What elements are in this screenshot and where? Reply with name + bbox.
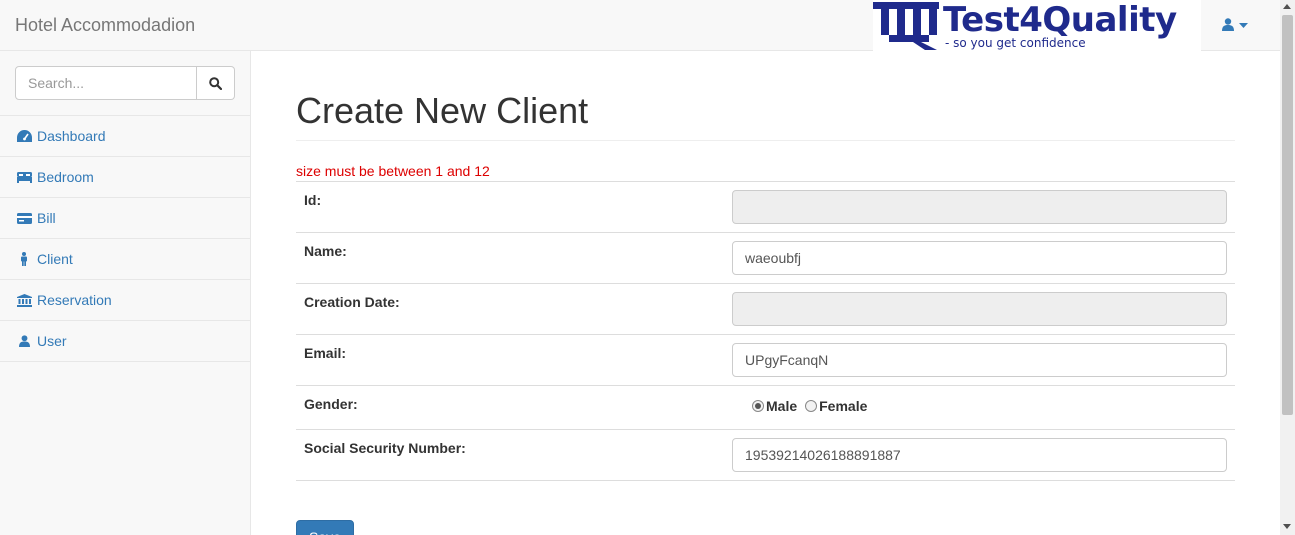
client-form: Id: Name: Creation Date: Email: Gender: … [296,181,1235,481]
scrollbar-thumb[interactable] [1282,15,1293,415]
creation-date-label: Creation Date: [304,294,400,310]
company-logo: Test4Quality - so you get confidence [873,0,1201,51]
ssn-label: Social Security Number: [304,440,466,456]
search-button[interactable] [197,66,235,100]
sidebar-menu: Dashboard Bedroom Bill Client Reservatio… [0,115,250,362]
creation-date-field[interactable] [732,292,1227,326]
sidebar-item-bedroom[interactable]: Bedroom [0,157,250,198]
top-navbar: Hotel Accommodadion Test4Quality - so yo… [0,0,1280,51]
bed-icon [16,169,32,185]
page-header: Create New Client [296,89,1235,141]
radio-checked-icon[interactable] [752,400,764,412]
id-label: Id: [304,192,322,208]
dashboard-icon [16,128,32,144]
form-row-name: Name: [296,233,1235,284]
gender-label: Gender: [304,396,358,412]
sidebar-item-user[interactable]: User [0,321,250,362]
user-icon [1222,18,1234,31]
user-icon [16,333,32,349]
save-button[interactable]: Save [296,520,354,535]
person-icon [16,251,32,267]
form-row-email: Email: [296,335,1235,386]
search-icon [209,76,222,90]
sidebar-item-label: User [37,333,67,349]
gender-radio-group: Male Female [752,398,875,414]
sidebar-item-label: Reservation [37,292,112,308]
sidebar-item-label: Bedroom [37,169,94,185]
sidebar-item-dashboard[interactable]: Dashboard [0,116,250,157]
user-menu-toggle[interactable] [1222,16,1252,36]
radio-unchecked-icon[interactable] [805,400,818,412]
sidebar-search [15,66,235,100]
search-input[interactable] [15,66,197,100]
sidebar-item-reservation[interactable]: Reservation [0,280,250,321]
gender-radio-male[interactable]: Male [752,398,797,414]
sidebar: Dashboard Bedroom Bill Client Reservatio… [0,51,251,535]
gender-option-label: Male [766,398,798,414]
validation-error: size must be between 1 and 12 [296,163,490,179]
scroll-up-icon[interactable] [1283,4,1291,9]
app-brand[interactable]: Hotel Accommodadion [15,15,195,35]
logo-mark-icon [873,2,939,50]
ssn-field[interactable] [732,438,1227,472]
id-field[interactable] [732,190,1227,224]
credit-card-icon [16,210,32,226]
caret-down-icon [1239,23,1248,28]
bank-icon [16,292,32,308]
page-scrollbar[interactable] [1280,0,1295,535]
sidebar-item-label: Bill [37,210,56,226]
form-row-gender: Gender: Male Female [296,386,1235,430]
page-title: Create New Client [296,90,589,131]
sidebar-item-label: Dashboard [37,128,106,144]
form-row-creation-date: Creation Date: [296,284,1235,335]
name-label: Name: [304,243,347,259]
gender-radio-female[interactable]: Female [805,398,867,414]
form-row-id: Id: [296,182,1235,233]
logo-tagline: - so you get confidence [945,36,1086,50]
sidebar-item-bill[interactable]: Bill [0,198,250,239]
sidebar-item-label: Client [37,251,73,267]
email-field[interactable] [732,343,1227,377]
sidebar-item-client[interactable]: Client [0,239,250,280]
name-field[interactable] [732,241,1227,275]
form-row-ssn: Social Security Number: [296,430,1235,481]
scroll-down-icon[interactable] [1283,524,1291,529]
email-label: Email: [304,345,347,361]
main-content: Create New Client size must be between 1… [251,51,1280,535]
gender-option-label: Female [819,398,868,414]
